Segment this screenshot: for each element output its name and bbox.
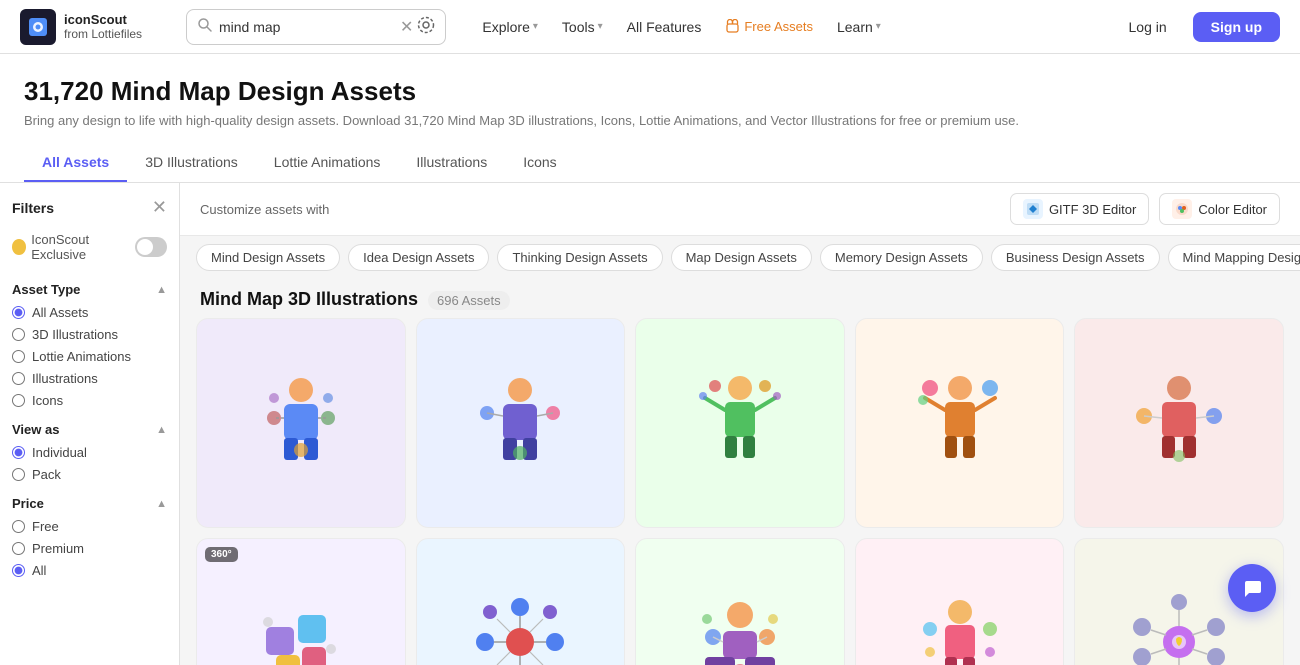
radio-3d-illustrations[interactable]: 3D Illustrations [12,327,167,342]
color-editor-label: Color Editor [1198,202,1267,217]
sidebar: Filters ✕ IconScout Exclusive Asset Type… [0,183,180,665]
asset-card[interactable] [1074,318,1284,528]
filter-asset-type-header[interactable]: Asset Type ▲ [12,282,167,297]
nav-tools[interactable]: Tools ▾ [552,15,613,39]
sidebar-header: Filters ✕ [12,197,167,218]
radio-illustrations[interactable]: Illustrations [12,371,167,386]
asset-card[interactable] [416,538,626,665]
customize-bar: Customize assets with GITF 3D Editor Col… [180,183,1300,236]
pill-mind-design[interactable]: Mind Design Assets [196,244,340,271]
body-layout: Filters ✕ IconScout Exclusive Asset Type… [0,183,1300,665]
asset-type-title: Asset Type [12,282,80,297]
tab-3d-illustrations[interactable]: 3D Illustrations [127,144,256,182]
customize-label: Customize assets with [200,202,329,217]
search-settings-icon[interactable] [417,16,435,37]
radio-lottie[interactable]: Lottie Animations [12,349,167,364]
pill-memory-design[interactable]: Memory Design Assets [820,244,983,271]
asset-grid: 360° [180,318,1300,665]
asset-card[interactable] [196,318,406,528]
card-360-badge: 360° [205,547,238,562]
radio-all-price[interactable]: All [12,563,167,578]
asset-card[interactable] [635,318,845,528]
tab-icons[interactable]: Icons [505,144,574,182]
nav-free-assets[interactable]: Free Assets [715,15,823,38]
tab-all-assets[interactable]: All Assets [24,144,127,182]
radio-individual[interactable]: Individual [12,445,167,460]
chevron-down-icon: ▾ [598,21,603,32]
page-title: 31,720 Mind Map Design Assets [24,76,1276,107]
chevron-down-icon: ▾ [533,21,538,32]
chevron-up-icon: ▲ [156,498,167,510]
search-icon [197,17,213,36]
nav-learn[interactable]: Learn ▾ [827,15,891,39]
chat-bubble-button[interactable] [1228,564,1276,612]
filter-view-as-header[interactable]: View as ▲ [12,422,167,437]
asset-card[interactable] [855,318,1065,528]
pill-idea-design[interactable]: Idea Design Assets [348,244,489,271]
chevron-down-icon: ▾ [876,21,881,32]
logo-name: iconScout [64,12,142,28]
gitf-editor-button[interactable]: GITF 3D Editor [1010,193,1149,225]
radio-free[interactable]: Free [12,519,167,534]
gitf-editor-label: GITF 3D Editor [1049,202,1136,217]
editor-buttons: GITF 3D Editor Color Editor [1010,193,1280,225]
radio-all-assets[interactable]: All Assets [12,305,167,320]
radio-pack[interactable]: Pack [12,467,167,482]
gitf-3d-icon [1023,199,1043,219]
main-header: iconScout from Lottiefiles ✕ Explore ▾ T… [0,0,1300,54]
star-icon [12,239,26,255]
price-title: Price [12,496,44,511]
filter-pills: Mind Design Assets Idea Design Assets Th… [180,236,1300,279]
search-clear-icon[interactable]: ✕ [400,17,413,37]
sidebar-title: Filters [12,200,54,216]
sidebar-close-icon[interactable]: ✕ [152,197,167,218]
tab-bar: All Assets 3D Illustrations Lottie Anima… [24,144,1276,182]
tab-illustrations[interactable]: Illustrations [398,144,505,182]
signup-button[interactable]: Sign up [1193,12,1280,42]
exclusive-label: IconScout Exclusive [12,232,135,262]
pill-mind-mapping[interactable]: Mind Mapping Design Assets [1168,244,1300,271]
asset-card[interactable] [416,318,626,528]
page-header: 31,720 Mind Map Design Assets Bring any … [0,54,1300,183]
nav-all-features[interactable]: All Features [617,15,712,39]
pill-map-design[interactable]: Map Design Assets [671,244,812,271]
pill-thinking-design[interactable]: Thinking Design Assets [497,244,662,271]
search-bar: ✕ [186,9,446,45]
chevron-up-icon: ▲ [156,424,167,436]
radio-premium[interactable]: Premium [12,541,167,556]
logo[interactable]: iconScout from Lottiefiles [20,9,170,45]
logo-subname: from Lottiefiles [64,27,142,41]
logo-icon [20,9,56,45]
filter-asset-type: Asset Type ▲ All Assets 3D Illustrations… [12,282,167,408]
asset-card[interactable] [855,538,1065,665]
asset-card[interactable]: 360° [196,538,406,665]
color-editor-button[interactable]: Color Editor [1159,193,1280,225]
filter-price-header[interactable]: Price ▲ [12,496,167,511]
exclusive-row: IconScout Exclusive [12,228,167,266]
exclusive-toggle[interactable] [135,237,167,257]
chevron-up-icon: ▲ [156,284,167,296]
login-button[interactable]: Log in [1115,13,1181,41]
section-count: 696 Assets [428,291,510,310]
filter-price: Price ▲ Free Premium All [12,496,167,578]
header-actions: Log in Sign up [1115,12,1280,42]
view-as-title: View as [12,422,59,437]
section-title-row: Mind Map 3D Illustrations 696 Assets [180,279,1300,318]
main-content: Customize assets with GITF 3D Editor Col… [180,183,1300,665]
filter-view-as: View as ▲ Individual Pack [12,422,167,482]
page-subtitle: Bring any design to life with high-quali… [24,113,1276,128]
tab-lottie-animations[interactable]: Lottie Animations [256,144,399,182]
asset-card[interactable] [635,538,845,665]
main-nav: Explore ▾ Tools ▾ All Features Free Asse… [472,15,890,39]
radio-icons[interactable]: Icons [12,393,167,408]
nav-explore[interactable]: Explore ▾ [472,15,548,39]
color-editor-icon [1172,199,1192,219]
pill-business-design[interactable]: Business Design Assets [991,244,1160,271]
section-title: Mind Map 3D Illustrations [200,289,418,310]
search-input[interactable] [219,19,400,35]
